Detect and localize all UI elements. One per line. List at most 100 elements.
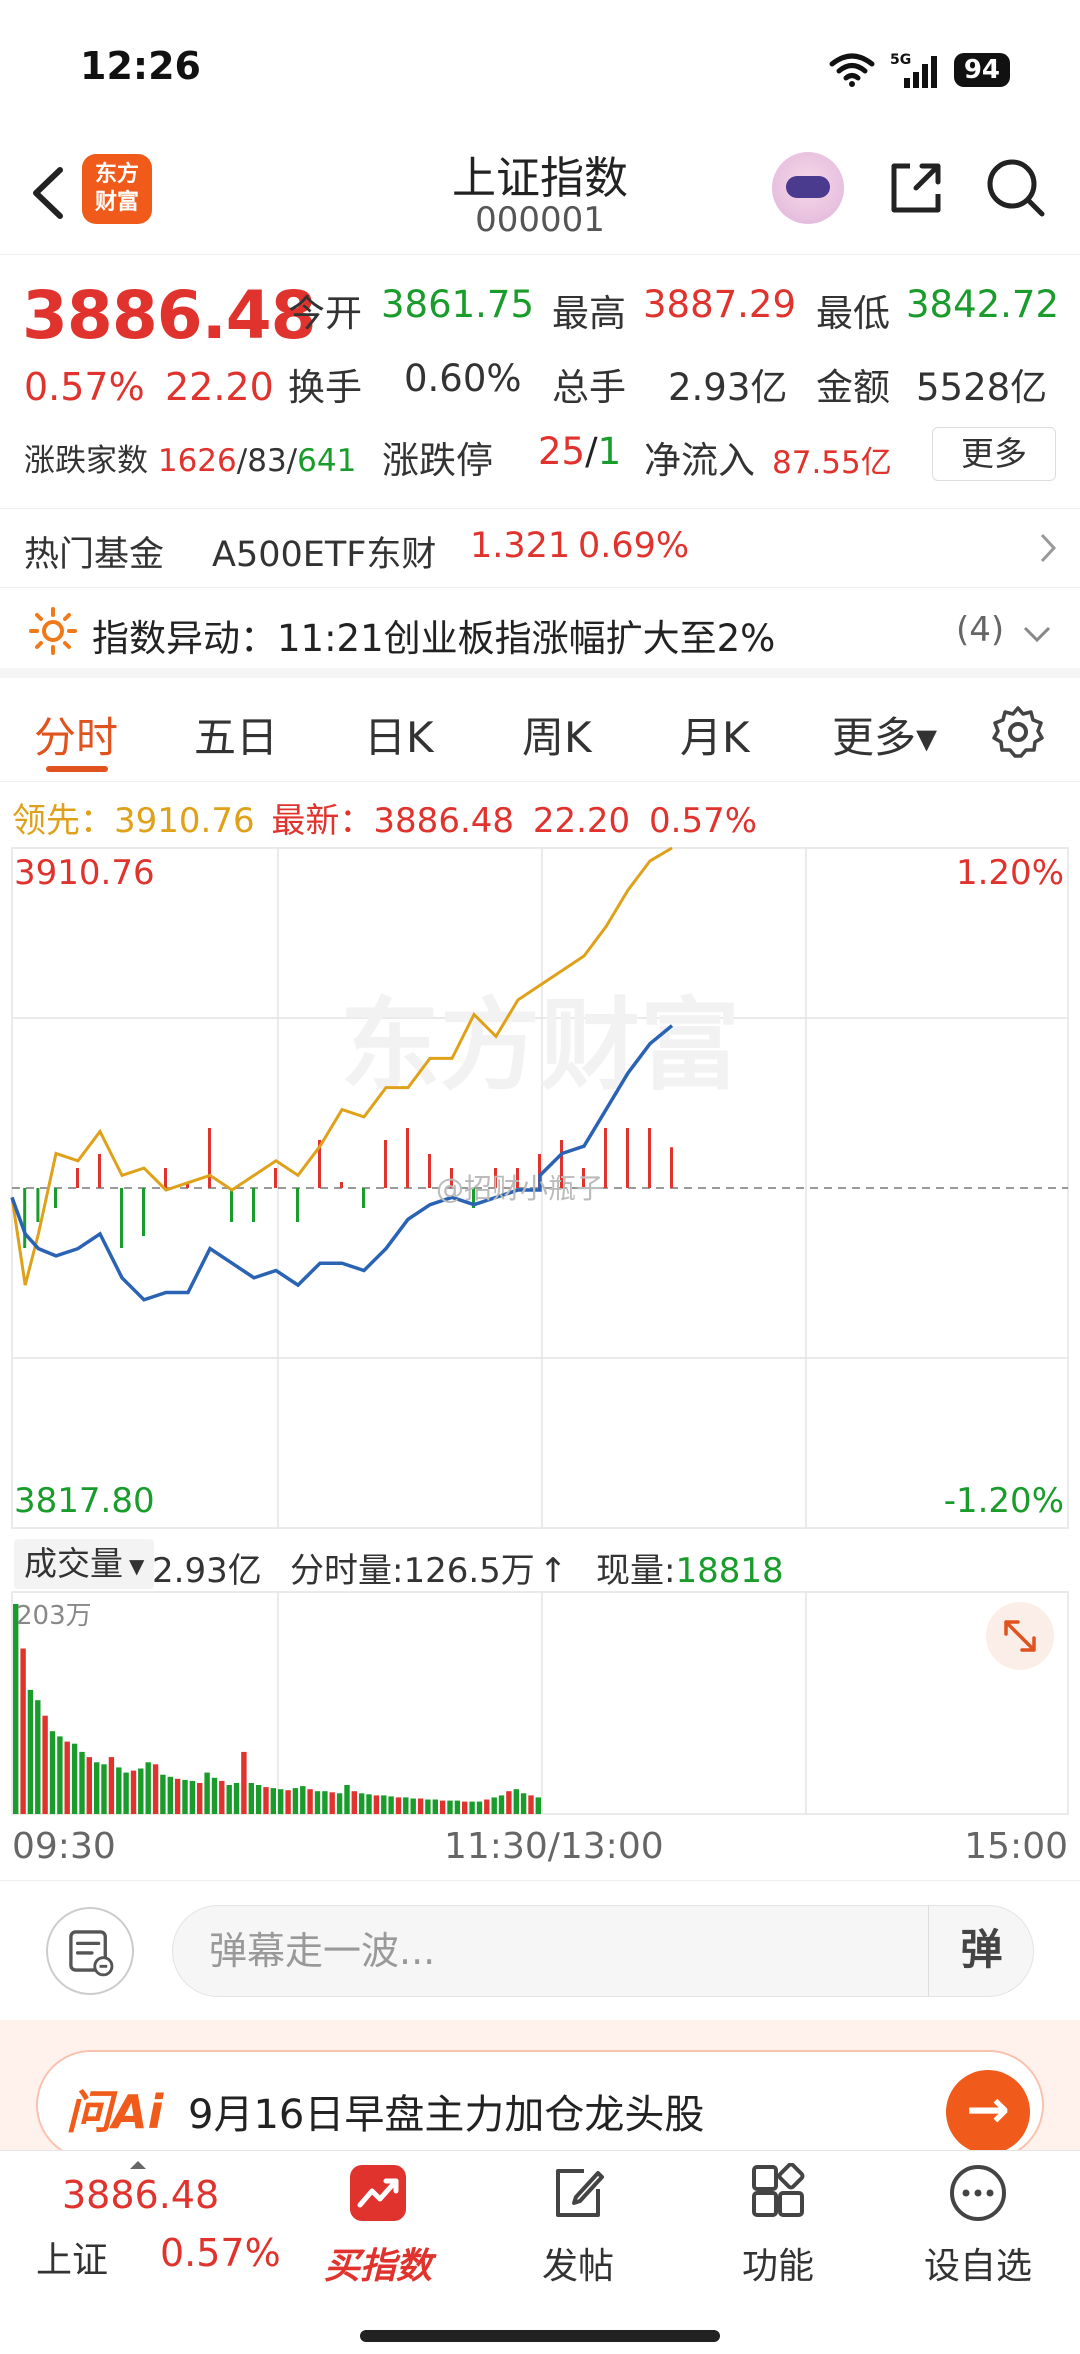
home-indicator[interactable] (360, 2330, 720, 2342)
low-label: 最低 (816, 292, 890, 335)
post-button[interactable]: 发帖 (498, 2151, 658, 2301)
legend-lead-value: 3910.76 (114, 801, 255, 841)
amount-label: 金额 (816, 366, 890, 409)
current-volume-label: 现量: (596, 1551, 676, 1591)
volume-bars (13, 1604, 541, 1814)
high-label: 最高 (552, 292, 626, 335)
danmaku-bar: 弹幕走一波... 弹 (0, 1880, 1080, 2020)
chevron-down-icon[interactable] (1022, 624, 1052, 644)
trend-up-icon (350, 2165, 406, 2221)
volume-bar (292, 1788, 299, 1814)
tab-weekly-k[interactable]: 周K (522, 704, 592, 765)
tab-monthly-k[interactable]: 月K (680, 704, 750, 765)
volume-bar (57, 1736, 63, 1814)
hot-fund-row[interactable]: 热门基金 A500ETF东财 1.321 0.69% (0, 508, 1080, 588)
volume-bar (182, 1779, 188, 1814)
legend-lead-label: 领先： (12, 801, 114, 841)
mini-bar (362, 1188, 365, 1208)
mini-bar (76, 1168, 79, 1188)
volume-bar (79, 1751, 85, 1814)
more-button[interactable]: 更多 (932, 427, 1056, 481)
indicator-select[interactable]: 成交量 ▼ (14, 1539, 155, 1589)
volume-bar (130, 1770, 137, 1814)
volume-chart[interactable]: 203万 (0, 1590, 1080, 1820)
ask-ai-banner[interactable]: 问Ai 9月16日早盘主力加仓龙头股 → (36, 2050, 1044, 2160)
more-dots-icon (950, 2165, 1006, 2221)
chat-list-icon[interactable] (46, 1907, 134, 1995)
robot-face-icon (786, 176, 830, 198)
caret-up-icon (130, 2161, 146, 2169)
chevron-right-icon (1040, 533, 1057, 563)
expand-button[interactable] (986, 1602, 1054, 1670)
danmaku-input[interactable]: 弹幕走一波... (172, 1905, 1034, 1997)
add-watchlist-button[interactable]: 设自选 (898, 2151, 1058, 2301)
time-start: 09:30 (12, 1826, 116, 1867)
index-alert-row[interactable]: 指数异动：11:21创业板指涨幅扩大至2% (4) (0, 588, 1080, 678)
volume-bar (403, 1797, 409, 1814)
mini-bar (208, 1128, 211, 1188)
search-icon[interactable] (980, 152, 1052, 224)
volume-max-label: 203万 (16, 1601, 92, 1631)
adv-up: 1626 (157, 443, 237, 479)
adv-flat: 83 (247, 443, 287, 479)
mini-bar (428, 1154, 431, 1188)
alert-text: 指数异动：11:21创业板指涨幅扩大至2% (92, 608, 775, 662)
mini-bar (296, 1188, 299, 1222)
share-icon[interactable] (880, 152, 952, 224)
volume-bar (160, 1774, 166, 1814)
battery-level: 94 (953, 53, 1010, 87)
volume-bar (278, 1789, 284, 1814)
danmaku-toggle-button[interactable]: 弹 (928, 1905, 1034, 1997)
tab-more[interactable]: 更多▾ (832, 704, 937, 765)
y-axis-top-label: 3910.76 (14, 853, 155, 893)
tab-intraday[interactable]: 分时 (34, 704, 118, 765)
functions-button[interactable]: 功能 (698, 2151, 858, 2301)
volume-bar (520, 1793, 527, 1814)
buy-index-button[interactable]: 买指数 (298, 2151, 458, 2301)
open-label: 今开 (288, 292, 362, 335)
gear-icon[interactable] (988, 702, 1048, 762)
legend-latest-value: 3886.48 (373, 801, 515, 841)
low-value: 3842.72 (906, 283, 1060, 326)
turnover-value: 0.60% (404, 357, 522, 400)
volume-bar (101, 1764, 107, 1814)
volume-label: 总手 (552, 366, 626, 409)
mini-bar (54, 1188, 57, 1208)
status-icons: 5G 94 (828, 50, 1010, 90)
volume-bar (425, 1799, 431, 1814)
tab-daily-k[interactable]: 日K (364, 704, 434, 765)
ask-ai-logo: 问Ai (66, 2085, 164, 2139)
mini-bar (142, 1188, 145, 1236)
volume-bar (27, 1689, 34, 1814)
hot-fund-pct: 0.69% (578, 526, 690, 566)
last-price: 3886.48 (22, 277, 317, 354)
arrow-right-icon[interactable]: → (946, 2070, 1030, 2154)
indicator-select-label: 成交量 (24, 1544, 123, 1583)
volume-bar (94, 1762, 100, 1814)
minute-volume-value: 126.5万 (403, 1551, 535, 1591)
volume-bar (226, 1785, 232, 1814)
volume-bar (417, 1798, 424, 1814)
chart-tabs: 分时 五日 日K 周K 月K 更多▾ (0, 690, 1080, 782)
volume-value: 2.93亿 (668, 366, 788, 409)
tab-five-day[interactable]: 五日 (194, 704, 278, 765)
volume-bar (167, 1776, 173, 1814)
grid-icon (752, 2163, 805, 2217)
intraday-chart[interactable]: 东方财富 3910.76 3817.80 1.20% -1.20% @招财小瓶子 (0, 840, 1080, 1530)
edit-icon (556, 2169, 604, 2217)
adv-label: 涨跌家数 (24, 443, 148, 479)
volume-bar (314, 1791, 321, 1814)
mini-bar (626, 1128, 629, 1188)
volume-bar (71, 1743, 78, 1814)
assistant-avatar-button[interactable] (772, 152, 844, 224)
volume-bar (336, 1793, 343, 1814)
alert-count: (4) (956, 610, 1005, 650)
volume-bar (20, 1648, 26, 1814)
chart-legend: 领先：3910.76 最新：3886.48 22.20 0.57% (12, 793, 757, 842)
mini-bar (164, 1168, 167, 1188)
abs-change: 22.20 (165, 365, 274, 409)
pct-axis-bottom-label: -1.20% (944, 1481, 1064, 1521)
volume-bar (189, 1780, 196, 1814)
volume-bar (255, 1785, 262, 1814)
hot-fund-price: 1.321 (470, 526, 571, 566)
